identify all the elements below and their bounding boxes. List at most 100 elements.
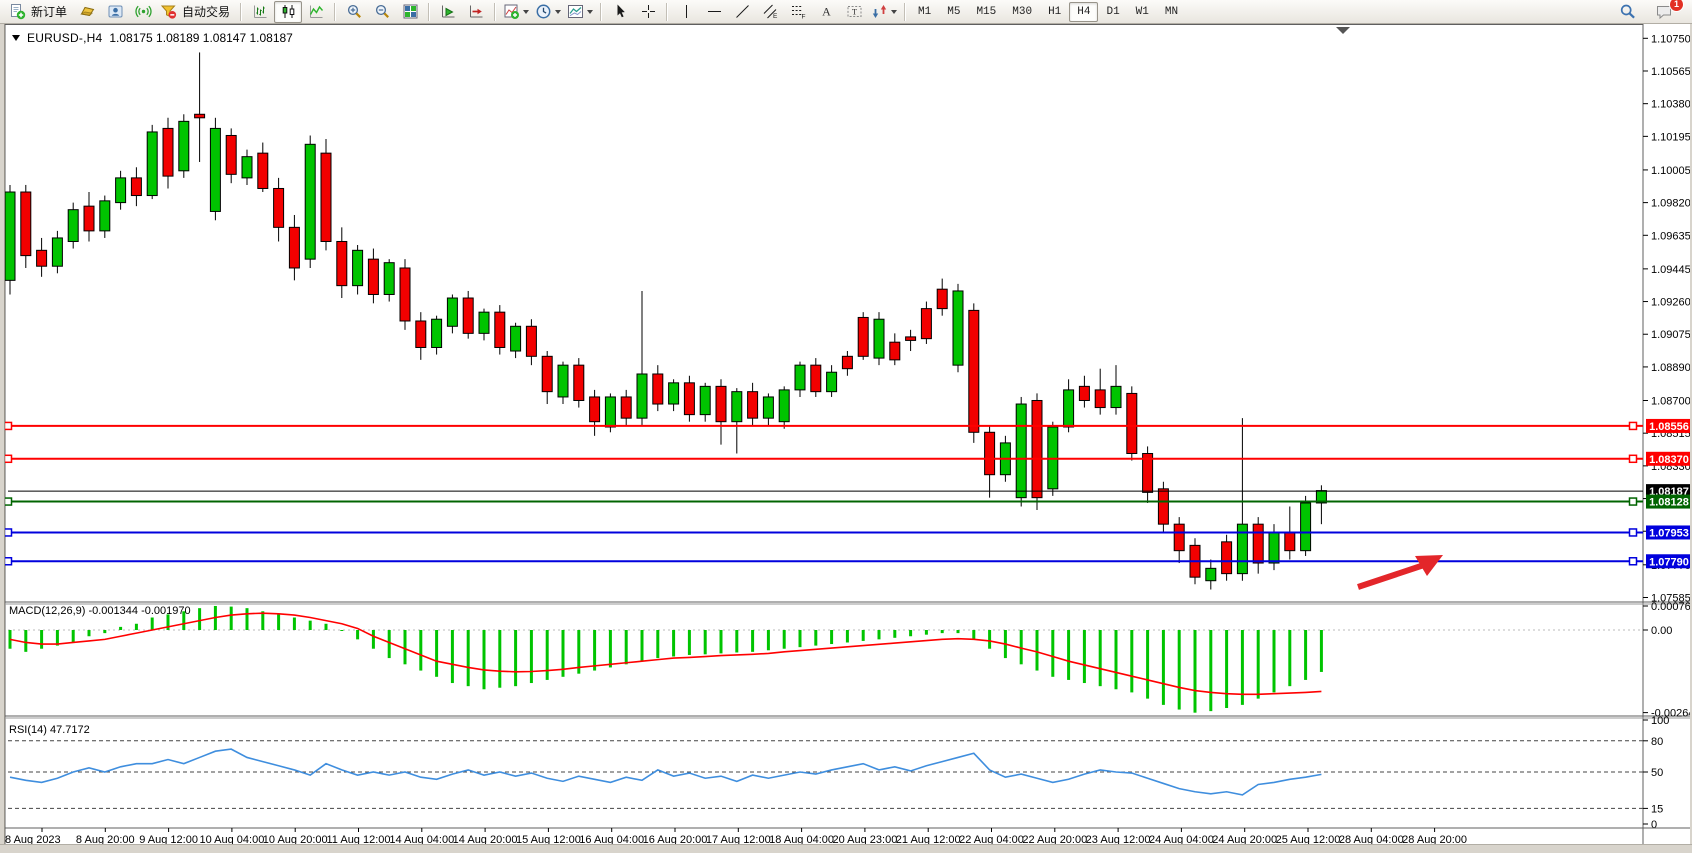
candle — [1032, 400, 1042, 497]
horizontal-line-icon — [706, 3, 723, 20]
line-handle — [5, 498, 12, 505]
text-label-button[interactable]: T — [840, 1, 868, 23]
candle — [921, 309, 931, 339]
chart-shift-button[interactable] — [462, 1, 490, 23]
timeframe-m15-button[interactable]: M15 — [968, 2, 1004, 22]
candle — [432, 319, 442, 347]
text-label-icon: T — [846, 3, 863, 20]
new-order-button[interactable]: 新订单 — [6, 1, 73, 23]
tile-windows-button[interactable] — [396, 1, 424, 23]
collapse-icon[interactable] — [12, 35, 20, 41]
equidistant-channel-button[interactable]: E — [756, 1, 784, 23]
line-handle — [1630, 422, 1637, 429]
timeframe-m5-button[interactable]: M5 — [939, 2, 968, 22]
chevron-down-icon[interactable] — [523, 10, 529, 14]
candle — [400, 268, 410, 321]
chevron-down-icon[interactable] — [587, 10, 593, 14]
bar-chart-button[interactable] — [246, 1, 274, 23]
candle — [100, 201, 110, 231]
notification-badge: 1 — [1669, 0, 1684, 12]
svg-text:1.08700: 1.08700 — [1651, 395, 1691, 407]
candlestick-button[interactable] — [274, 1, 302, 23]
timeframe-h4-button[interactable]: H4 — [1069, 2, 1098, 22]
candle — [368, 259, 378, 294]
candle — [321, 153, 331, 241]
candle — [827, 372, 837, 391]
trendline-button[interactable] — [728, 1, 756, 23]
candle — [242, 157, 252, 178]
timeframe-h1-button[interactable]: H1 — [1040, 2, 1069, 22]
candle — [906, 337, 916, 341]
auto-scroll-button[interactable] — [434, 1, 462, 23]
timeframe-d1-button[interactable]: D1 — [1098, 2, 1127, 22]
candle — [1269, 533, 1279, 563]
chevron-down-icon[interactable] — [891, 10, 897, 14]
candle — [258, 153, 268, 188]
periods-icon — [535, 3, 552, 20]
horizontal-line-button[interactable] — [700, 1, 728, 23]
tile-windows-icon — [402, 3, 419, 20]
candle — [84, 206, 94, 231]
zoom-out-button[interactable] — [368, 1, 396, 23]
market-watch-button[interactable] — [73, 1, 101, 23]
candle — [1127, 393, 1137, 453]
chevron-down-icon[interactable] — [555, 10, 561, 14]
signals-button[interactable] — [129, 1, 157, 23]
zoom-in-button[interactable] — [340, 1, 368, 23]
candle — [1111, 386, 1121, 407]
mql5-community-button[interactable] — [101, 1, 129, 23]
candle — [574, 365, 584, 400]
candle — [858, 317, 868, 356]
channel-icon: E — [762, 3, 779, 20]
line-handle — [1630, 498, 1637, 505]
candle — [621, 397, 631, 418]
search-button[interactable] — [1614, 1, 1642, 23]
candle — [495, 312, 505, 347]
svg-text:1.07953: 1.07953 — [1649, 527, 1689, 539]
candle — [1206, 568, 1216, 580]
candle — [1079, 386, 1089, 400]
autotrading-button[interactable]: 自动交易 — [157, 1, 236, 23]
arrows-button[interactable] — [868, 1, 900, 23]
chart-window: 1.107501.105651.103801.101951.100051.098… — [0, 24, 1692, 853]
timeframe-m30-button[interactable]: M30 — [1004, 2, 1040, 22]
text-icon: A — [818, 3, 835, 20]
candle — [337, 241, 347, 285]
auto-scroll-icon — [440, 3, 457, 20]
svg-text:F: F — [801, 14, 805, 21]
fibonacci-button[interactable]: F — [784, 1, 812, 23]
svg-text:A: A — [822, 5, 831, 19]
candle — [953, 291, 963, 365]
zoom-out-icon — [374, 3, 391, 20]
candle — [68, 210, 78, 242]
timeframe-w1-button[interactable]: W1 — [1128, 2, 1157, 22]
indicators-button[interactable] — [500, 1, 532, 23]
cursor-icon — [612, 3, 629, 20]
candle — [748, 392, 758, 419]
chart-canvas[interactable]: 1.107501.105651.103801.101951.100051.098… — [0, 24, 1692, 853]
templates-button[interactable] — [564, 1, 596, 23]
periods-button[interactable] — [532, 1, 564, 23]
candle — [1174, 524, 1184, 551]
candle — [716, 386, 726, 421]
candle — [969, 310, 979, 432]
new-order-icon — [9, 3, 26, 20]
autotrading-icon — [160, 3, 177, 20]
timeframe-m1-button[interactable]: M1 — [910, 2, 939, 22]
candle — [163, 128, 173, 176]
candle — [637, 374, 647, 418]
svg-text:1.10380: 1.10380 — [1651, 99, 1691, 111]
text-button[interactable]: A — [812, 1, 840, 23]
candlestick-icon — [280, 3, 297, 20]
line-chart-button[interactable] — [302, 1, 330, 23]
cursor-button[interactable] — [606, 1, 634, 23]
vertical-line-button[interactable] — [672, 1, 700, 23]
timeframe-mn-button[interactable]: MN — [1157, 2, 1186, 22]
svg-text:1.10005: 1.10005 — [1651, 165, 1691, 177]
crosshair-button[interactable] — [634, 1, 662, 23]
chat-button[interactable]: 1 — [1650, 1, 1678, 23]
svg-text:1.09075: 1.09075 — [1651, 329, 1691, 341]
arrows-icon — [871, 3, 888, 20]
chart-shift-icon — [468, 3, 485, 20]
signals-icon — [135, 3, 152, 20]
